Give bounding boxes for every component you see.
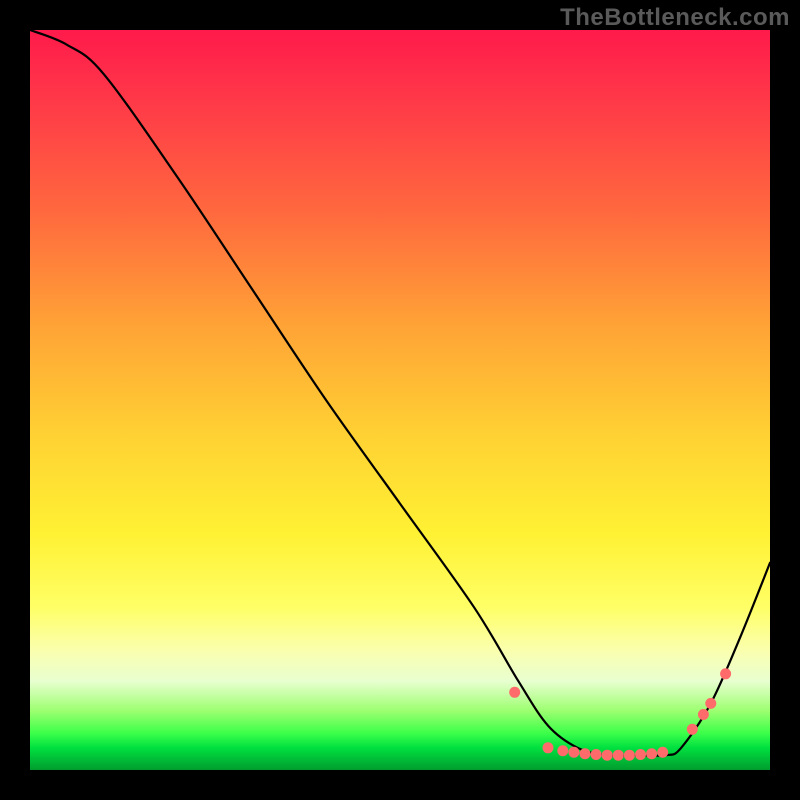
marker-dots <box>509 668 731 760</box>
marker-dot <box>624 750 635 761</box>
marker-dot <box>720 668 731 679</box>
marker-dot <box>657 747 668 758</box>
marker-dot <box>557 745 568 756</box>
marker-dot <box>509 687 520 698</box>
marker-dot <box>602 750 613 761</box>
main-curve <box>30 30 770 756</box>
chart-overlay <box>30 30 770 770</box>
marker-dot <box>646 748 657 759</box>
marker-dot <box>613 750 624 761</box>
watermark-text: TheBottleneck.com <box>560 4 790 32</box>
marker-dot <box>705 698 716 709</box>
plot-area <box>30 30 770 770</box>
marker-dot <box>543 742 554 753</box>
marker-dot <box>591 749 602 760</box>
marker-dot <box>687 724 698 735</box>
marker-dot <box>698 709 709 720</box>
marker-dot <box>635 749 646 760</box>
chart-frame: TheBottleneck.com <box>0 0 800 800</box>
marker-dot <box>568 747 579 758</box>
marker-dot <box>580 748 591 759</box>
